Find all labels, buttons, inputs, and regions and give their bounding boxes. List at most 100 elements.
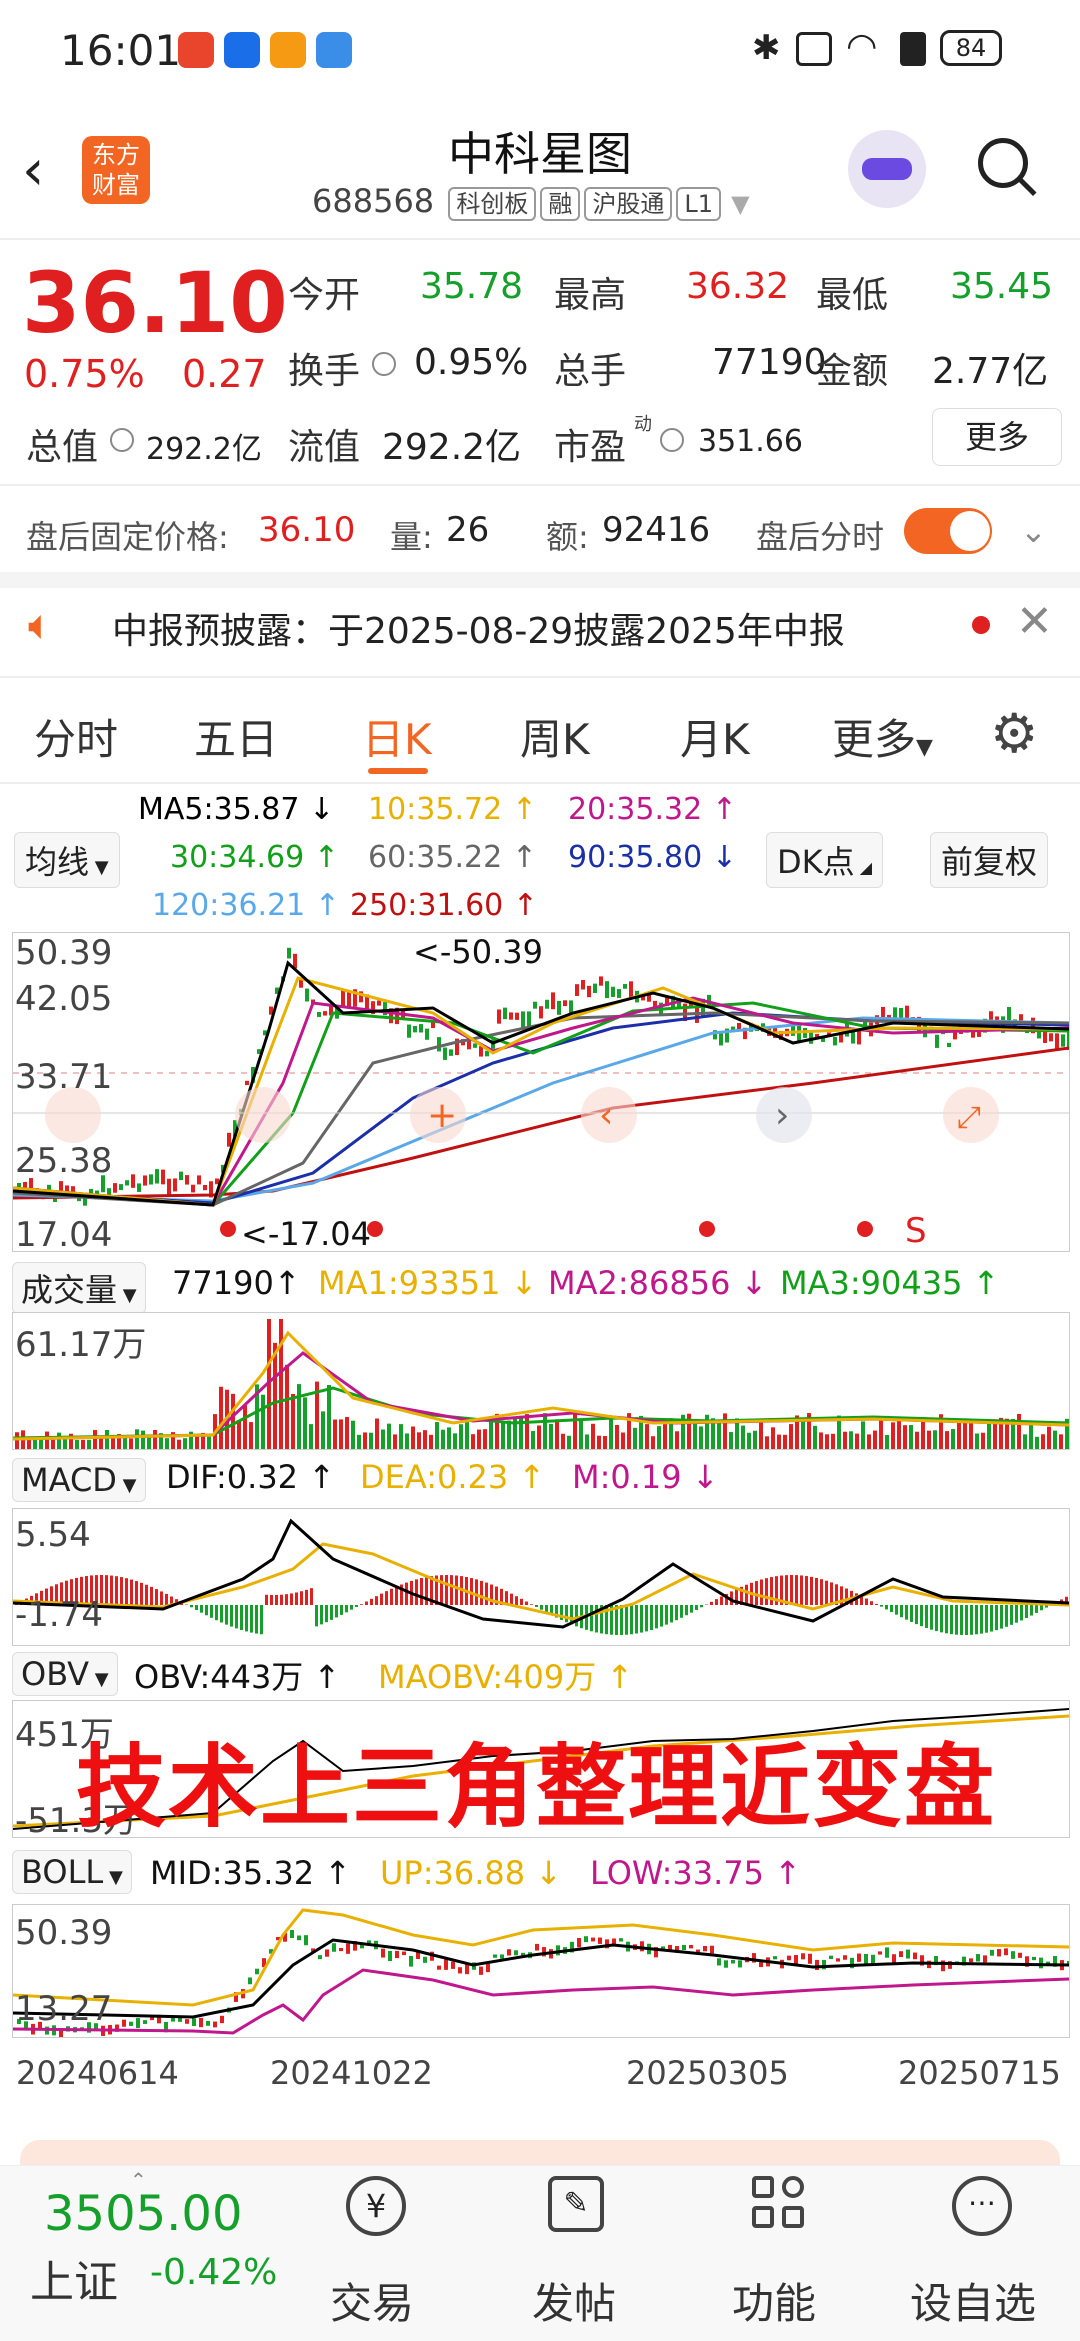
kline-candle — [131, 1174, 135, 1188]
macd-bar — [915, 1605, 918, 1624]
edit-post-icon[interactable]: ✎ — [548, 2176, 604, 2232]
volume-bar — [975, 1433, 979, 1449]
close-icon[interactable]: ✕ — [1016, 596, 1053, 647]
dropdown-icon[interactable]: ▼ — [731, 190, 749, 218]
obv-selector[interactable]: OBV ▼ — [12, 1652, 118, 1696]
volume-bar — [783, 1435, 787, 1449]
low-label: 最低 — [816, 266, 888, 318]
macd-bar — [420, 1578, 423, 1605]
trade-icon[interactable]: ¥ — [346, 2176, 406, 2236]
index-value[interactable]: 3505.00 — [44, 2186, 243, 2242]
nav-post[interactable]: 发帖 — [532, 2270, 616, 2331]
tab-more[interactable]: 更多▼ — [832, 706, 933, 767]
index-name[interactable]: 上证 — [30, 2246, 118, 2310]
volume-bar — [435, 1422, 439, 1449]
volume-bar — [243, 1405, 247, 1449]
boll-candle — [325, 1949, 329, 1956]
change-amount: 0.27 — [182, 352, 267, 396]
volume-bar — [381, 1430, 385, 1449]
volume-bar — [747, 1433, 751, 1449]
kline-candle — [137, 1183, 141, 1192]
gear-icon[interactable]: ⚙ — [990, 702, 1038, 765]
tab-five-day[interactable]: 五日 — [194, 706, 278, 767]
robot-assistant-icon[interactable] — [848, 130, 926, 208]
volume-bar — [1047, 1427, 1051, 1449]
notice-text[interactable]: 中报预披露：于2025-08-29披露2025年中报 — [112, 602, 845, 654]
volume-bar — [501, 1422, 505, 1449]
boll-candle — [332, 1943, 336, 1952]
speaker-icon: 🔈︎ — [28, 600, 53, 650]
macd-bar — [115, 1576, 118, 1605]
volume-ma2-text: MA2:86856 — [548, 1264, 730, 1302]
volume-bar — [969, 1420, 973, 1449]
boll-candle — [444, 1960, 448, 1970]
macd-bar — [870, 1601, 873, 1605]
macd-bar — [980, 1605, 983, 1634]
dk-point-button[interactable]: DK点 ◢ — [766, 832, 883, 888]
info-icon[interactable] — [660, 428, 684, 452]
volume-bar — [87, 1440, 91, 1449]
boll-candle — [997, 1949, 1001, 1956]
boll-low: LOW:33.75 ↑ — [590, 1854, 801, 1892]
kline-candle — [125, 1180, 129, 1185]
dropdown-icon: ▼ — [89, 1669, 109, 1690]
volume-bar — [897, 1417, 901, 1449]
kline-candle — [227, 1133, 231, 1147]
tab-intraday[interactable]: 分时 — [34, 706, 118, 767]
tab-monthly-k[interactable]: 月K — [680, 706, 750, 767]
boll-chart[interactable]: 50.39 13.27 — [12, 1904, 1070, 2038]
boll-candle — [290, 1930, 294, 1938]
kline-candle — [521, 1011, 525, 1028]
volume-selector-label: 成交量 — [21, 1271, 117, 1309]
wifi-icon: ◠ — [846, 26, 877, 67]
after-hours-toggle[interactable] — [904, 508, 992, 554]
nav-functions[interactable]: 功能 — [732, 2270, 816, 2331]
nav-watchlist[interactable]: 设自选 — [910, 2270, 1036, 2331]
macd-bar — [265, 1595, 268, 1605]
macd-bar — [1030, 1605, 1033, 1616]
macd-bar — [950, 1605, 953, 1634]
grid-functions-icon[interactable] — [752, 2176, 808, 2232]
volume-ma2: MA2:86856 ↓ — [548, 1264, 767, 1302]
kline-candle — [437, 1037, 441, 1051]
ma250-text: 250:31.60 — [350, 888, 503, 923]
macd-bar — [700, 1605, 703, 1607]
volume-chart[interactable]: 61.17万 — [12, 1312, 1070, 1450]
macd-bar — [665, 1605, 668, 1625]
volume-bar — [177, 1440, 181, 1449]
boll-selector[interactable]: BOLL ▼ — [12, 1850, 132, 1894]
divider — [0, 676, 1080, 678]
macd-chart[interactable]: 5.54 -1.74 — [12, 1508, 1070, 1646]
macd-bar — [240, 1605, 243, 1630]
chevron-down-icon[interactable]: ⌄ — [1020, 512, 1047, 550]
macd-bar — [190, 1605, 193, 1607]
macd-bar — [895, 1605, 898, 1615]
info-icon[interactable] — [110, 428, 134, 452]
dropdown-icon: ▼ — [103, 1867, 123, 1888]
volume-selector[interactable]: 成交量 ▼ — [12, 1262, 146, 1314]
kline-chart[interactable]: + ‹ › ⤢ 50.39 42.05 33.71 25.38 17.04 <-… — [12, 932, 1070, 1252]
info-icon[interactable] — [372, 352, 396, 376]
kline-candle — [563, 1000, 567, 1006]
price-adjust-button[interactable]: 前复权 — [930, 832, 1048, 888]
volume-bar — [891, 1422, 895, 1449]
macd-selector[interactable]: MACD ▼ — [12, 1458, 146, 1502]
kline-candle — [581, 980, 585, 989]
nav-trade[interactable]: 交易 — [330, 2270, 414, 2331]
tab-weekly-k[interactable]: 周K — [520, 706, 590, 767]
boll-candle — [577, 1938, 581, 1947]
tab-daily-k[interactable]: 日K — [362, 706, 432, 767]
boll-candle — [871, 1955, 875, 1964]
macd-bar — [510, 1594, 513, 1605]
macd-bar — [695, 1605, 698, 1610]
ma120-text: 120:36.21 — [152, 888, 305, 923]
nav-bubble[interactable] — [235, 1087, 291, 1143]
macd-bar — [530, 1604, 533, 1605]
more-button[interactable]: 更多 — [932, 408, 1062, 466]
macd-bar — [145, 1585, 148, 1605]
more-dots-icon[interactable]: ⋯ — [952, 2176, 1012, 2236]
volume-bar — [873, 1431, 877, 1449]
macd-bar — [965, 1605, 968, 1635]
ma-selector[interactable]: 均线 ▼ — [14, 832, 120, 888]
boll-y-label: 13.27 — [15, 1989, 112, 2029]
